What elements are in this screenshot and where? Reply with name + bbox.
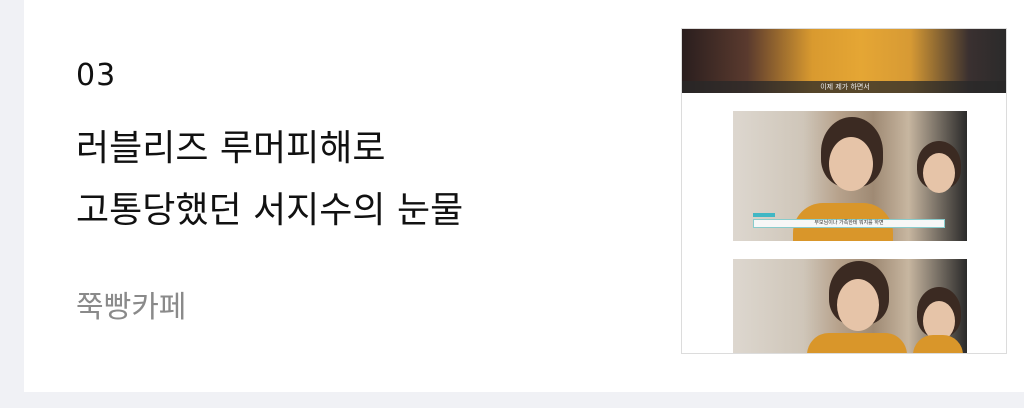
article-source: 쭉빵카페: [76, 290, 187, 325]
shirt-shape: [913, 335, 963, 353]
shirt-shape: [807, 333, 907, 353]
article-title-line-2: 고통당했던 서지수의 눈물: [76, 190, 464, 231]
face-shape: [829, 137, 873, 191]
article-title[interactable]: 러블리즈 루머피해로 고통당했던 서지수의 눈물: [76, 118, 636, 242]
thumbnail-subtitle: 부모님이나 가족한테 뭐지를 하면: [753, 219, 945, 228]
article-title-line-1: 러블리즈 루머피해로: [76, 128, 386, 169]
thumbnail-photo-1: 부모님이나 가족한테 뭐지를 하면: [733, 111, 967, 241]
face-shape: [837, 279, 879, 331]
face-shape: [923, 153, 955, 193]
article-card[interactable]: 03 러블리즈 루머피해로 고통당했던 서지수의 눈물 쭉빵카페 이제 제가 하…: [24, 0, 1024, 392]
thumbnail-top-caption: 이제 제가 하면서: [682, 81, 1006, 93]
subtitle-tag: [753, 213, 775, 217]
rank-number: 03: [76, 58, 117, 93]
thumbnail-photo-2: [733, 259, 967, 353]
article-thumbnail[interactable]: 이제 제가 하면서 부모님이나 가족한테 뭐지를 하면: [681, 28, 1007, 354]
